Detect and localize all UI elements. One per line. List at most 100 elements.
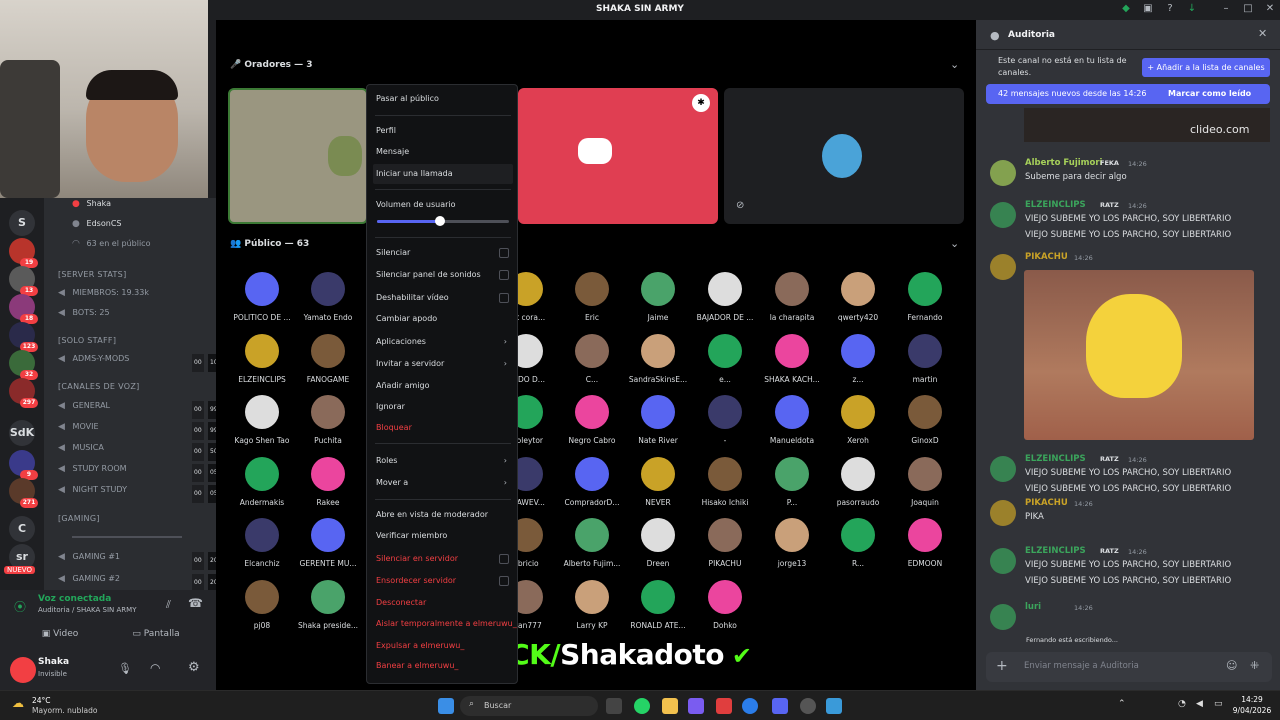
audience-member[interactable]: FANOGAME — [295, 333, 361, 395]
audience-member[interactable]: ELZEINCLIPS — [229, 333, 295, 395]
menu-mute-soundboard[interactable]: Silenciar panel de sonidos — [373, 265, 513, 285]
channel-study-room[interactable]: ◀ STUDY ROOM 00 05 — [58, 460, 220, 482]
mark-as-read[interactable]: Marcar como leído — [1168, 89, 1251, 98]
menu-ignore[interactable]: Ignorar — [373, 397, 513, 417]
voice-user-edson[interactable]: ● EdsonCS — [72, 215, 121, 233]
audience-member[interactable]: Larry KP — [559, 579, 625, 641]
avatar[interactable] — [990, 202, 1016, 228]
discord-taskbar-icon[interactable] — [772, 698, 788, 714]
audience-member[interactable]: martin — [892, 333, 958, 395]
avatar[interactable] — [990, 500, 1016, 526]
channel-gaming-1[interactable]: ◀ GAMING #1 00 20 — [58, 548, 220, 570]
channel-night-study[interactable]: ◀ NIGHT STUDY 00 05 — [58, 481, 220, 503]
close-window-icon[interactable]: ✕ — [1264, 3, 1276, 15]
menu-timeout[interactable]: Aislar temporalmente a elmeruwu_ — [373, 614, 517, 634]
inbox-icon[interactable]: ▣ — [1142, 3, 1154, 15]
category-solo-staff[interactable]: [SOLO STAFF] — [58, 336, 116, 345]
channel-gaming-2[interactable]: ◀ GAMING #2 00 20 — [58, 570, 220, 592]
category-gaming[interactable]: [GAMING] — [58, 514, 100, 523]
message-author[interactable]: PIKACHU — [1025, 498, 1068, 508]
menu-server-deafen[interactable]: Ensordecer servidor — [373, 571, 513, 591]
message-author[interactable]: ELZEINCLIPS — [1025, 200, 1086, 210]
wifi-icon[interactable]: ◔ — [1178, 699, 1186, 709]
audience-member[interactable]: Dohko — [692, 579, 758, 641]
audience-member[interactable]: Negro Cabro — [559, 395, 625, 456]
audience-member[interactable]: qwerty420 — [825, 272, 891, 333]
channel-members[interactable]: ◀ MIEMBROS: 19.33k — [58, 284, 149, 302]
checkbox[interactable] — [499, 576, 509, 586]
pikachu-image[interactable] — [1024, 270, 1254, 440]
message-author[interactable]: ELZEINCLIPS — [1025, 546, 1086, 556]
category-server-stats[interactable]: [SERVER STATS] — [58, 270, 127, 279]
disconnect-icon[interactable]: ☎ — [188, 596, 203, 610]
audience-member[interactable]: R... — [825, 518, 891, 579]
audience-member[interactable]: e... — [692, 333, 758, 395]
audience-member[interactable]: GinoxD — [892, 395, 958, 456]
audience-member[interactable]: jorge13 — [759, 518, 825, 579]
app-icon[interactable] — [716, 698, 732, 714]
avatar[interactable] — [990, 604, 1016, 630]
channel-movie[interactable]: ◀ MOVIE 00 99 — [58, 418, 220, 440]
category-voice[interactable]: [CANALES DE VOZ] — [58, 382, 140, 391]
menu-disable-video[interactable]: Deshabilitar vídeo — [373, 288, 513, 308]
menu-moderator-view[interactable]: Abre en vista de moderador — [373, 505, 513, 525]
audience-member[interactable]: Alberto Fujim... — [559, 518, 625, 579]
download-icon[interactable]: ↓ — [1186, 3, 1198, 15]
menu-verify-member[interactable]: Verificar miembro — [373, 526, 513, 546]
menu-message[interactable]: Mensaje — [373, 142, 513, 162]
message-author[interactable]: luri — [1025, 602, 1041, 612]
obs-icon[interactable] — [800, 698, 816, 714]
audience-member[interactable]: Manueldota — [759, 395, 825, 456]
checkbox[interactable] — [499, 293, 509, 303]
chevron-down-icon[interactable]: ⌄ — [950, 237, 959, 250]
weather-temp[interactable]: 24°C — [32, 696, 51, 705]
volume-slider-handle[interactable] — [435, 216, 446, 226]
server-icon[interactable]: SdK — [9, 420, 35, 446]
plus-circle-icon[interactable]: + — [996, 658, 1008, 674]
audience-member[interactable]: NEVER — [625, 456, 691, 518]
weather-desc[interactable]: Mayorm. nublado — [32, 706, 97, 715]
audience-member[interactable]: RONALD ATE... — [625, 579, 691, 641]
audience-member[interactable]: PIKACHU — [692, 518, 758, 579]
audience-member[interactable]: Fernando — [892, 272, 958, 333]
menu-ban[interactable]: Banear a elmeruwu_ — [373, 656, 513, 676]
audience-member[interactable]: SandraSkinsE... — [625, 333, 691, 395]
menu-add-friend[interactable]: Añadir amigo — [373, 376, 513, 396]
message-author[interactable]: PIKACHU — [1025, 252, 1068, 262]
message-author[interactable]: Alberto Fujimori — [1025, 158, 1102, 168]
help-icon[interactable]: ? — [1164, 3, 1176, 15]
clock-time[interactable]: 14:29 — [1232, 695, 1272, 704]
channel-general[interactable]: ◀ GENERAL 00 99 — [58, 397, 220, 419]
public-count[interactable]: ◠ 63 en el público — [72, 235, 150, 253]
audience-member[interactable]: Jaime — [625, 272, 691, 333]
file-explorer-icon[interactable] — [662, 698, 678, 714]
menu-change-nickname[interactable]: Cambiar apodo — [373, 309, 513, 329]
headphones-icon[interactable]: ◠ — [150, 661, 160, 675]
menu-apps[interactable]: Aplicaciones › — [373, 332, 513, 352]
maximize-icon[interactable]: □ — [1242, 3, 1254, 15]
audience-member[interactable]: Yamato Endo — [295, 272, 361, 333]
channel-bots[interactable]: ◀ BOTS: 25 — [58, 304, 110, 322]
voice-user-shaka[interactable]: ● Shaka — [72, 195, 111, 213]
audience-member[interactable]: pasorraudo — [825, 456, 891, 518]
channel-musica[interactable]: ◀ MUSICA 00 50 — [58, 439, 220, 461]
start-icon[interactable] — [438, 698, 454, 714]
audience-member[interactable]: GERENTE MU... — [295, 518, 361, 579]
checkbox[interactable] — [499, 248, 509, 258]
menu-block[interactable]: Bloquear — [373, 418, 513, 438]
nitro-icon[interactable]: ◆ — [1120, 3, 1132, 15]
message-input[interactable]: + Enviar mensaje a Auditoria ☺ ⁜ — [986, 652, 1272, 682]
menu-move-to-audience[interactable]: Pasar al público — [373, 89, 513, 109]
audience-member[interactable]: Elcanchiz — [229, 518, 295, 579]
tray-chevron-icon[interactable]: ⌃ — [1118, 699, 1126, 709]
audience-header[interactable]: 👥 Público — 63 — [230, 239, 309, 249]
avatar[interactable] — [990, 456, 1016, 482]
checkbox[interactable] — [499, 270, 509, 280]
menu-server-mute[interactable]: Silenciar en servidor — [373, 549, 513, 569]
menu-profile[interactable]: Perfil — [373, 121, 513, 141]
notes-icon[interactable] — [826, 698, 842, 714]
avatar[interactable] — [990, 254, 1016, 280]
apps-icon[interactable]: ⁜ — [1250, 659, 1259, 672]
speaker-tile-3[interactable]: ⊘ — [724, 88, 964, 224]
menu-mute[interactable]: Silenciar — [373, 243, 513, 263]
